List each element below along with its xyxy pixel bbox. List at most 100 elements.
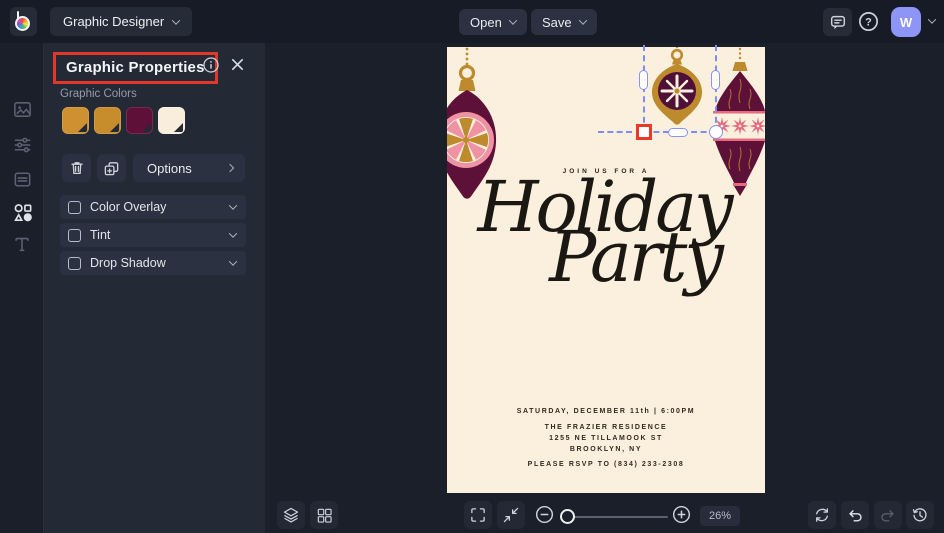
rail-item-templates[interactable] xyxy=(0,162,44,196)
card-title[interactable]: Holiday Party xyxy=(447,172,765,293)
avatar-initial: W xyxy=(899,14,913,30)
color-swatch-2[interactable] xyxy=(94,107,121,134)
svg-text:?: ? xyxy=(865,17,872,29)
befunky-logo[interactable] xyxy=(10,7,37,36)
info-icon xyxy=(203,57,219,73)
chevron-down-icon xyxy=(228,229,238,238)
ornament-gold-selected[interactable] xyxy=(648,47,708,131)
logo-color-wheel-icon xyxy=(15,16,30,31)
fullscreen-icon xyxy=(471,508,485,522)
selection-handle-right[interactable] xyxy=(711,70,720,90)
fullscreen-button[interactable] xyxy=(464,501,492,529)
history-icon xyxy=(912,508,927,522)
chevron-right-icon xyxy=(225,163,235,173)
zoom-slider[interactable] xyxy=(560,516,668,518)
chevron-down-icon xyxy=(508,16,518,25)
plus-circle-icon xyxy=(672,505,691,524)
selection-handle-left[interactable] xyxy=(639,70,648,90)
sliders-icon xyxy=(14,137,30,152)
color-overlay-checkbox[interactable] xyxy=(68,200,81,214)
mode-selector[interactable]: Graphic Designer xyxy=(50,7,193,36)
rail-item-image-manager[interactable] xyxy=(0,92,44,126)
card-city[interactable]: BROOKLYN, NY xyxy=(447,446,765,453)
chevron-down-icon xyxy=(228,257,238,266)
image-icon xyxy=(13,101,31,117)
rail-item-graphics[interactable] xyxy=(0,195,44,229)
open-button-label: Open xyxy=(470,14,502,30)
selection-handle-bottom[interactable] xyxy=(668,128,688,137)
rail-item-edit[interactable] xyxy=(0,127,44,161)
refresh-icon xyxy=(816,508,828,522)
card-venue[interactable]: THE FRAZIER RESIDENCE xyxy=(447,424,765,431)
drop-shadow-checkbox[interactable] xyxy=(68,256,81,270)
invitation-card[interactable]: JOIN US FOR A Holiday Party SATURDAY, DE… xyxy=(447,47,765,493)
graphic-colors-label: Graphic Colors xyxy=(60,88,137,100)
shapes-icon xyxy=(13,203,32,221)
tint-checkbox[interactable] xyxy=(68,228,81,242)
options-button[interactable]: Options xyxy=(133,154,245,182)
redo-button[interactable] xyxy=(874,501,902,529)
redo-icon xyxy=(881,510,894,522)
text-icon xyxy=(15,237,29,252)
chat-bubble-icon xyxy=(830,15,845,30)
undo-icon xyxy=(849,510,862,522)
trash-icon xyxy=(70,162,83,175)
layers-button[interactable] xyxy=(277,501,305,529)
history-button[interactable] xyxy=(906,501,934,529)
duplicate-button[interactable] xyxy=(97,154,126,182)
user-avatar[interactable]: W xyxy=(891,7,921,37)
selection-guide-dash xyxy=(598,131,632,133)
top-bar: Graphic Designer Open Save ? W xyxy=(0,0,944,43)
toggle-row-color-overlay[interactable]: Color Overlay xyxy=(60,195,246,219)
refresh-button[interactable] xyxy=(808,501,836,529)
mode-selector-label: Graphic Designer xyxy=(63,14,165,29)
options-button-label: Options xyxy=(147,160,192,176)
card-datetime[interactable]: SATURDAY, DECEMBER 11th | 6:00PM xyxy=(447,408,765,415)
save-button-label: Save xyxy=(542,14,572,30)
grid-icon xyxy=(317,508,332,523)
close-panel-button[interactable] xyxy=(230,57,245,72)
card-rsvp[interactable]: PLEASE RSVP TO (834) 233-2308 xyxy=(447,461,765,468)
graphic-properties-panel: Graphic Properties Graphic Colors Option… xyxy=(44,43,265,533)
zoom-in-button[interactable] xyxy=(671,504,692,525)
save-button[interactable]: Save xyxy=(531,9,597,35)
duplicate-icon xyxy=(104,161,119,175)
panel-title: Graphic Properties xyxy=(66,59,205,76)
toggle-label: Tint xyxy=(90,228,111,242)
tools-rail xyxy=(0,43,44,533)
zoom-slider-handle[interactable] xyxy=(560,509,575,524)
feedback-button[interactable] xyxy=(823,8,852,36)
selection-handle-highlighted[interactable] xyxy=(636,124,652,140)
toggle-label: Color Overlay xyxy=(90,200,167,214)
layers-icon xyxy=(283,507,299,523)
collapse-arrows-icon xyxy=(503,507,519,523)
toggle-label: Drop Shadow xyxy=(90,256,166,270)
zoom-out-button[interactable] xyxy=(534,504,555,525)
card-address[interactable]: 1255 NE TILLAMOOK ST xyxy=(447,435,765,442)
chevron-down-icon xyxy=(171,15,181,25)
toggle-row-drop-shadow[interactable]: Drop Shadow xyxy=(60,251,246,275)
close-icon xyxy=(231,58,244,71)
color-swatch-3[interactable] xyxy=(126,107,153,134)
annotation-highlight-box: Graphic Properties xyxy=(53,52,218,84)
color-swatch-4[interactable] xyxy=(158,107,185,134)
chevron-down-icon xyxy=(578,16,587,25)
layout-icon xyxy=(14,172,30,186)
help-button[interactable]: ? xyxy=(856,9,881,34)
chevron-down-icon xyxy=(228,201,238,210)
open-button[interactable]: Open xyxy=(459,9,527,35)
color-swatch-1[interactable] xyxy=(62,107,89,134)
minus-circle-icon xyxy=(535,505,554,524)
delete-button[interactable] xyxy=(62,154,91,182)
pages-button[interactable] xyxy=(310,501,338,529)
help-icon: ? xyxy=(859,12,878,31)
undo-button[interactable] xyxy=(841,501,869,529)
zoom-percent-value: 26% xyxy=(708,510,732,522)
rail-item-text[interactable] xyxy=(0,227,44,261)
account-chevron-down-icon[interactable] xyxy=(927,15,937,24)
info-button[interactable] xyxy=(202,56,220,74)
toggle-row-tint[interactable]: Tint xyxy=(60,223,246,247)
fit-to-screen-button[interactable] xyxy=(497,501,525,529)
zoom-percent-badge[interactable]: 26% xyxy=(700,506,740,526)
selection-handle-corner[interactable] xyxy=(709,125,723,139)
